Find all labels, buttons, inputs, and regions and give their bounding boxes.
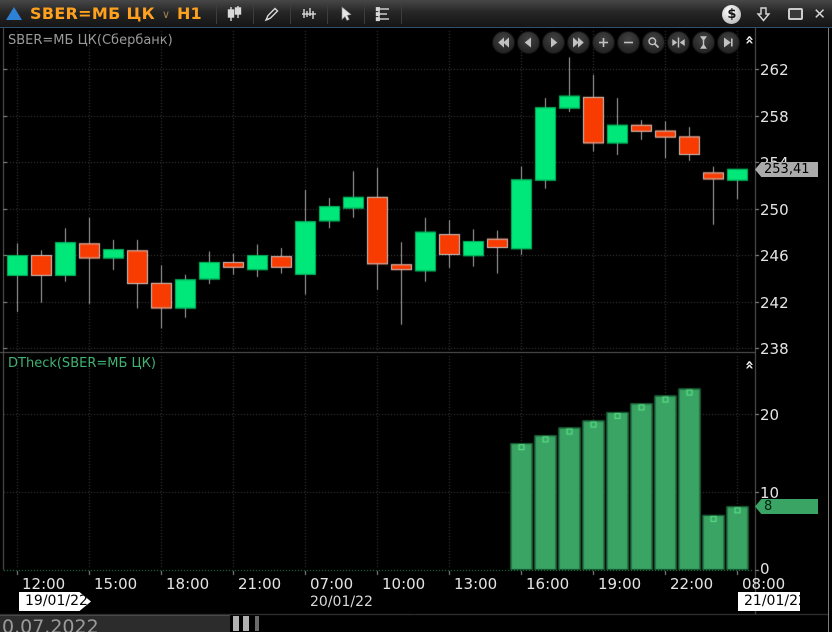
toolbar-separator: [327, 4, 328, 24]
price-tick: 242: [760, 294, 789, 312]
chart-canvas[interactable]: [0, 0, 832, 632]
compress-horizontal-button[interactable]: [667, 31, 690, 54]
background-window-grip: [255, 616, 259, 631]
price-tick: 250: [760, 201, 789, 219]
zoom-out-button[interactable]: [617, 31, 640, 54]
zoom-select-button[interactable]: [642, 31, 665, 54]
toolbar-separator: [216, 4, 217, 24]
compress-vertical-button[interactable]: [692, 31, 715, 54]
time-tick: 07:00: [310, 575, 353, 593]
timeframe-label[interactable]: H1: [177, 4, 202, 23]
price-tick: 238: [760, 340, 789, 358]
time-tick: 16:00: [526, 575, 569, 593]
titlebar-right-group: $ ✕: [722, 0, 828, 28]
background-window-date-field: 0.07.2022: [0, 615, 230, 632]
chart-window: SBER=МБ ЦК ∨ H1: [0, 0, 832, 632]
chevron-down-icon[interactable]: ∨: [162, 8, 170, 21]
candlestick-chart-icon[interactable]: [221, 2, 249, 26]
toolbar-separator: [290, 4, 291, 24]
time-tick: 10:00: [382, 575, 425, 593]
indicator-last-value-badge: 8: [755, 499, 818, 514]
toolbar-separator: [253, 4, 254, 24]
collapse-main-pane-button[interactable]: «: [741, 32, 757, 48]
last-price-badge: 253,41: [755, 162, 818, 177]
time-tick: 13:00: [454, 575, 497, 593]
close-icon[interactable]: ✕: [811, 7, 828, 22]
instrument-triangle-icon[interactable]: [6, 7, 22, 20]
scroll-right-button[interactable]: [542, 31, 565, 54]
titlebar-left-group: SBER=МБ ЦК ∨ H1: [0, 0, 406, 27]
background-window-grip: [233, 616, 239, 631]
time-tick: 21:00: [238, 575, 281, 593]
download-arrow-icon[interactable]: [755, 6, 772, 23]
maximize-icon[interactable]: [788, 8, 803, 20]
date-badge-start: 19/01/22: [19, 592, 91, 611]
cursor-icon[interactable]: [332, 2, 360, 26]
price-tick: 246: [760, 247, 789, 265]
chart-nav-toolbar: [492, 31, 742, 54]
price-tick: 262: [760, 61, 789, 79]
scroll-left-button[interactable]: [517, 31, 540, 54]
date-badge-end: 21/01/22: [738, 592, 800, 611]
zoom-in-button[interactable]: [592, 31, 615, 54]
background-window-grip: [243, 616, 249, 631]
levels-list-icon[interactable]: [369, 2, 397, 26]
main-chart-label: SBER=МБ ЦК(Сбербанк): [8, 33, 173, 48]
time-tick: 08:00: [742, 575, 785, 593]
instrument-title[interactable]: SBER=МБ ЦК: [30, 4, 155, 23]
indicator-label: DTheck(SBER=МБ ЦК): [8, 356, 156, 371]
time-tick: 15:00: [94, 575, 137, 593]
collapse-indicator-pane-button[interactable]: «: [741, 357, 757, 373]
time-tick: 19:00: [598, 575, 641, 593]
trades-chart-icon[interactable]: [295, 2, 323, 26]
toolbar-separator: [364, 4, 365, 24]
date-label-mid: 20/01/22: [310, 594, 373, 610]
go-to-end-button[interactable]: [717, 31, 740, 54]
pencil-icon[interactable]: [258, 2, 286, 26]
time-tick: 22:00: [670, 575, 713, 593]
scroll-fast-left-button[interactable]: [492, 31, 515, 54]
titlebar: SBER=МБ ЦК ∨ H1: [0, 0, 832, 28]
dollar-icon[interactable]: $: [722, 5, 741, 24]
price-tick: 258: [760, 108, 789, 126]
time-tick: 18:00: [166, 575, 209, 593]
toolbar-separator: [401, 4, 402, 24]
window-right-border: [828, 28, 829, 632]
time-tick: 12:00: [22, 575, 65, 593]
indicator-tick: 20: [760, 406, 779, 424]
scroll-fast-right-button[interactable]: [567, 31, 590, 54]
